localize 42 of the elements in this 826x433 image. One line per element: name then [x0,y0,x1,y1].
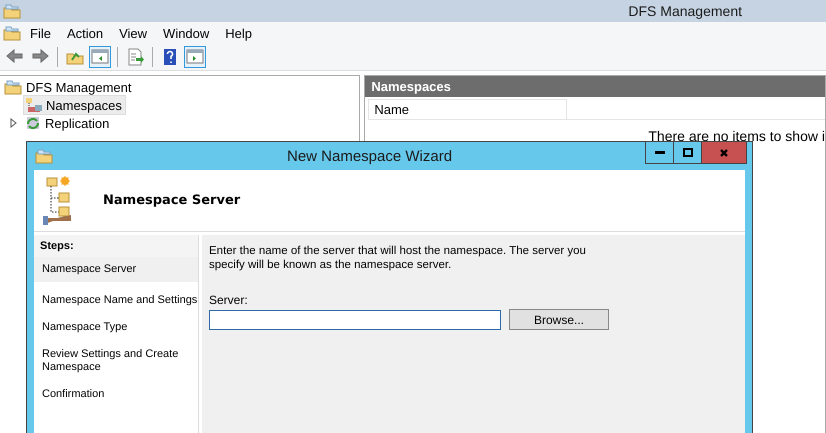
browse-button[interactable]: Browse... [509,309,609,330]
instructions-text: Enter the name of the server that will host the namespace. The server you specify will be known as the namespace server. [209,244,587,272]
step-item[interactable]: Review Settings and Create Namespace [34,345,198,377]
page-title: Namespace Server [103,193,240,208]
help-icon[interactable] [161,48,179,66]
app-icon [3,25,21,41]
hierarchy-icon [25,97,43,113]
server-input[interactable] [209,310,501,330]
menu-item[interactable]: Action [58,26,112,40]
window-title: DFS Management [628,3,742,19]
expand-arrow-icon[interactable] [10,118,17,128]
steps-header: Steps: [34,235,198,257]
forward-arrow-icon[interactable] [31,48,49,66]
tree-item[interactable]: Replication [23,114,112,132]
back-arrow-icon[interactable] [6,48,24,66]
app-icon [35,148,53,164]
step-item[interactable]: Confirmation [34,385,198,404]
pane-icon[interactable] [186,48,204,66]
empty-message: There are no items to show i [648,128,825,144]
column-header[interactable]: Name [368,99,568,119]
list-export-icon[interactable] [126,48,144,66]
tree-item[interactable]: Namespaces [23,95,126,115]
window-title: New Namespace Wizard [287,148,452,164]
pane-header: Namespaces [365,76,825,97]
folder-icon [4,79,22,95]
step-item[interactable]: Namespace Name and Settings [34,291,198,310]
app-icon [3,3,21,19]
minimize-button[interactable] [645,141,674,164]
field-label: Server: [209,293,249,307]
sync-icon [24,115,42,131]
maximize-icon [682,148,692,158]
close-icon [719,148,729,158]
pane-icon[interactable] [91,48,109,66]
minimize-icon [654,151,664,154]
menu-item[interactable]: Window [155,26,218,40]
step-item[interactable]: Namespace Type [34,318,198,337]
menu-item[interactable]: Help [217,26,260,40]
step-item[interactable]: Namespace Server [34,257,198,282]
menu-item[interactable]: View [111,26,156,40]
tree-item[interactable]: DFS Management [26,80,132,94]
menu-item[interactable]: File [22,26,59,40]
close-button[interactable] [701,141,747,164]
